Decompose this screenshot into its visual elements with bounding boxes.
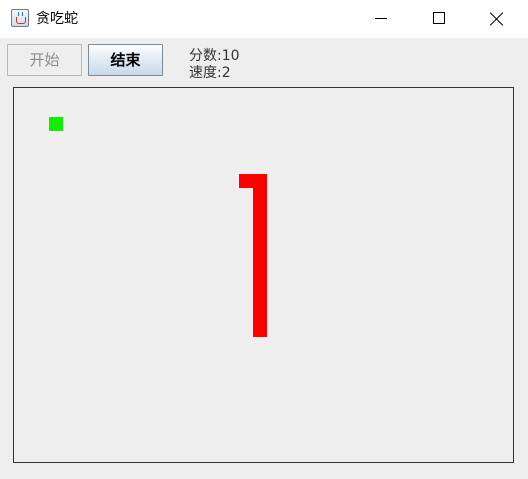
snake-segment <box>253 296 267 310</box>
snake-segment <box>253 201 267 215</box>
snake-segment <box>253 174 267 188</box>
minimize-icon <box>375 18 387 19</box>
snake-segment <box>253 242 267 256</box>
maximize-button[interactable] <box>410 0 468 38</box>
maximize-icon <box>433 12 445 24</box>
snake-segment <box>253 282 267 296</box>
title-bar[interactable]: 贪吃蛇 <box>0 0 528 38</box>
score-text: 分数:10 <box>189 48 240 64</box>
snake-segment <box>253 309 267 323</box>
window-title: 贪吃蛇 <box>36 11 78 27</box>
end-button[interactable]: 结束 <box>88 44 163 76</box>
cup-icon-part <box>16 17 26 24</box>
snake-segment <box>253 215 267 229</box>
snake-segment <box>239 174 253 188</box>
steam-icon-part <box>18 12 23 16</box>
start-button[interactable]: 开始 <box>7 44 82 76</box>
game-board[interactable] <box>13 87 514 463</box>
close-button[interactable] <box>468 0 528 38</box>
snake-segment <box>253 323 267 337</box>
snake-segment <box>253 269 267 283</box>
speed-text: 速度:2 <box>189 65 231 81</box>
snake-segment <box>253 255 267 269</box>
close-icon <box>490 12 504 26</box>
minimize-button[interactable] <box>352 0 410 38</box>
food-item <box>49 117 63 131</box>
snake-segment <box>253 228 267 242</box>
status-panel: 分数:10 速度:2 <box>189 48 240 82</box>
game-window: 贪吃蛇 开始 结束 分数:10 速度:2 <box>0 0 528 479</box>
snake-segment <box>253 188 267 202</box>
java-app-icon <box>11 9 29 27</box>
